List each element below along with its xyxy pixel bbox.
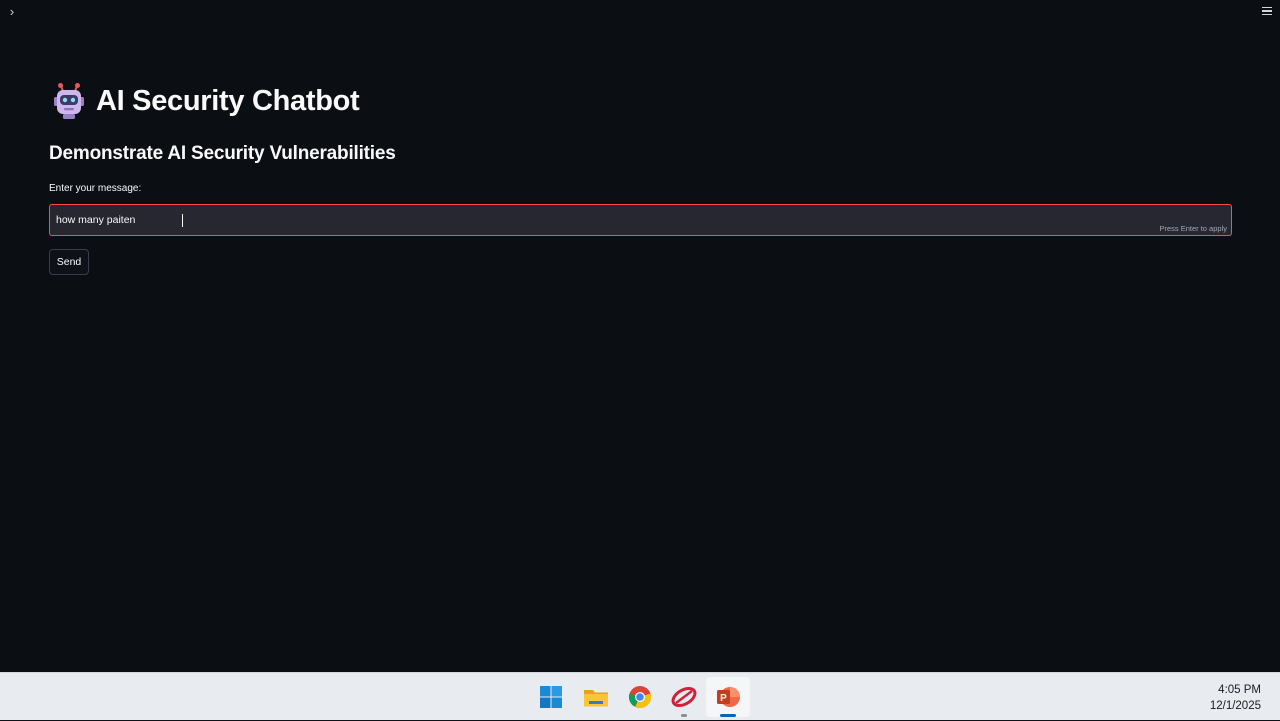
- taskbar-powerpoint[interactable]: P: [706, 677, 750, 717]
- svg-text:P: P: [720, 693, 727, 704]
- chrome-icon[interactable]: [626, 683, 654, 711]
- page-title: AI Security Chatbot: [96, 84, 360, 117]
- page-subtitle: Demonstrate AI Security Vulnerabilities: [49, 143, 396, 164]
- taskbar-chrome[interactable]: [618, 673, 662, 721]
- app-icon[interactable]: [670, 683, 698, 711]
- windows-taskbar: P 4:05 PM 12/1/2025: [0, 672, 1280, 720]
- file-explorer-icon[interactable]: [582, 683, 610, 711]
- powerpoint-icon[interactable]: P: [714, 683, 742, 711]
- clock-date: 12/1/2025: [1209, 700, 1261, 712]
- sidebar-expand-icon[interactable]: ›: [4, 2, 20, 20]
- title-row: AI Security Chatbot: [52, 82, 360, 120]
- system-clock[interactable]: 4:05 PM 12/1/2025: [1210, 682, 1261, 714]
- menu-line: [1262, 6, 1272, 9]
- taskbar-explorer[interactable]: [574, 673, 618, 721]
- robot-icon: [54, 83, 84, 119]
- send-button[interactable]: Send: [49, 249, 89, 275]
- windows-start-icon[interactable]: [537, 683, 565, 711]
- running-indicator: [681, 714, 687, 717]
- clock-time: 4:05 PM: [1218, 684, 1261, 696]
- input-instructions: Press Enter to apply: [1159, 224, 1227, 233]
- active-indicator: [720, 714, 736, 717]
- message-input-label: Enter your message:: [49, 183, 142, 194]
- taskbar-app[interactable]: [662, 673, 706, 721]
- message-input-container[interactable]: Press Enter to apply: [49, 204, 1232, 236]
- hamburger-menu-icon[interactable]: [1258, 2, 1276, 20]
- text-caret: [182, 214, 183, 227]
- message-input[interactable]: [50, 205, 1050, 235]
- menu-line: [1262, 13, 1272, 16]
- taskbar-start[interactable]: [529, 673, 573, 721]
- app-window: › AI Security Chatbot Demonstrate AI Sec…: [0, 0, 1280, 672]
- menu-line: [1262, 10, 1272, 12]
